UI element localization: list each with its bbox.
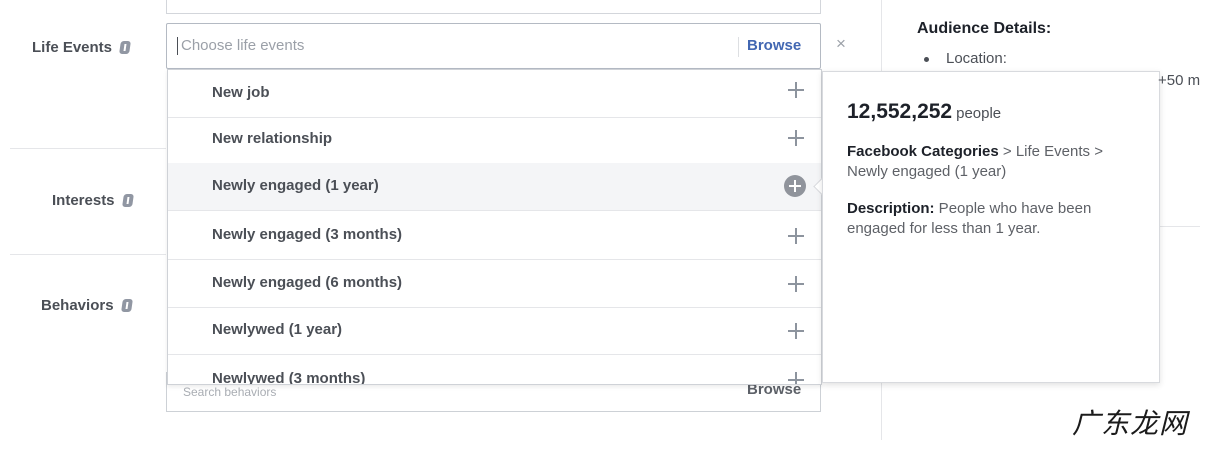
dropdown-item-label: New job xyxy=(212,84,270,101)
plus-icon[interactable] xyxy=(788,82,804,98)
audience-count-unit: people xyxy=(956,105,1002,122)
behaviors-label-text: Behaviors xyxy=(41,297,114,314)
audience-count: 12,552,252 people xyxy=(847,100,1001,124)
panel-row-divider xyxy=(1160,226,1200,227)
interests-label-text: Interests xyxy=(52,192,115,209)
row-divider xyxy=(10,148,166,149)
watermark: 广东龙网 xyxy=(1072,407,1189,440)
audience-size-tooltip: 12,552,252 people Facebook Categories > L… xyxy=(822,71,1160,383)
browse-button[interactable]: Browse xyxy=(747,37,801,54)
dropdown-item-label: New relationship xyxy=(212,130,333,147)
plus-circle-icon[interactable] xyxy=(784,175,806,197)
close-icon[interactable]: × xyxy=(836,34,846,54)
dropdown-item[interactable]: New job xyxy=(168,70,821,118)
plus-icon[interactable] xyxy=(788,228,804,244)
life-events-label-text: Life Events xyxy=(32,39,113,56)
audience-details-title: Audience Details: xyxy=(917,20,1052,37)
dropdown-item[interactable]: Newly engaged (6 months) xyxy=(168,260,821,308)
plus-icon[interactable] xyxy=(788,276,804,292)
interests-label: Interests xyxy=(52,192,134,209)
behaviors-label: Behaviors xyxy=(41,297,133,314)
category-path: Facebook Categories > Life Events > Newl… xyxy=(847,142,1137,182)
behaviors-placeholder[interactable]: Search behaviors xyxy=(183,385,276,399)
dropdown-item-label: Newly engaged (3 months) xyxy=(212,226,403,243)
category-label: Facebook Categories xyxy=(847,143,999,160)
dropdown-item[interactable]: Newlywed (3 months) xyxy=(168,356,821,385)
dropdown-item-active[interactable]: Newly engaged (1 year) xyxy=(168,163,821,211)
life-events-dropdown: New job New relationship Newly engaged (… xyxy=(167,69,822,385)
dropdown-item[interactable]: Newlywed (1 year) xyxy=(168,307,821,355)
info-icon[interactable] xyxy=(121,194,134,207)
plus-icon[interactable] xyxy=(788,372,804,384)
description: Description: People who have been engage… xyxy=(847,199,1137,239)
audience-location-label: Location: xyxy=(946,50,1007,67)
dropdown-item-label: Newly engaged (6 months) xyxy=(212,274,403,291)
previous-field-box xyxy=(166,0,821,14)
info-icon[interactable] xyxy=(119,41,131,54)
row-divider xyxy=(10,254,166,255)
dropdown-item[interactable]: Newly engaged (3 months) xyxy=(168,212,821,260)
dropdown-item-label: Newlywed (1 year) xyxy=(212,321,343,338)
dropdown-item-label: Newlywed (3 months) xyxy=(212,370,366,385)
dropdown-item[interactable]: New relationship xyxy=(168,116,821,164)
browse-separator xyxy=(738,37,739,57)
dropdown-item-label: Newly engaged (1 year) xyxy=(212,177,379,194)
audience-count-value: 12,552,252 xyxy=(847,100,953,123)
audience-radius: +50 m xyxy=(1158,72,1201,89)
bullet xyxy=(924,57,929,62)
life-events-input[interactable]: Choose life events Browse xyxy=(166,23,821,69)
description-label: Description: xyxy=(847,200,935,217)
life-events-label: Life Events xyxy=(32,39,131,56)
plus-icon[interactable] xyxy=(788,323,804,339)
plus-icon[interactable] xyxy=(788,130,804,146)
life-events-placeholder[interactable]: Choose life events xyxy=(177,37,304,55)
info-icon[interactable] xyxy=(120,299,133,312)
